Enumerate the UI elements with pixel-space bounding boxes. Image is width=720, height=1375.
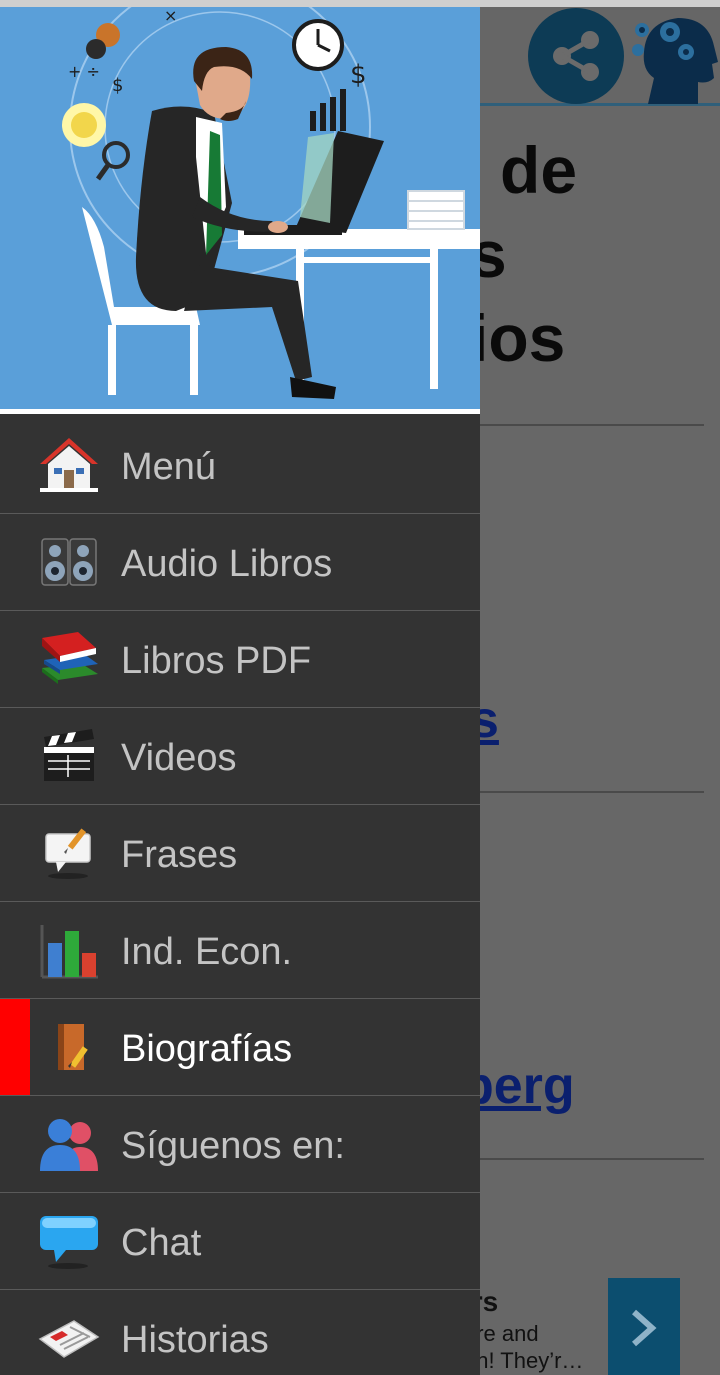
- svg-text:$: $: [350, 60, 367, 90]
- users-icon: [40, 1119, 98, 1171]
- divider: [480, 424, 704, 426]
- share-icon: [553, 31, 599, 81]
- status-bar-strip: [0, 0, 720, 7]
- svg-text:+ ÷: + ÷: [68, 62, 100, 81]
- newspaper-icon: [38, 1320, 100, 1358]
- menu-item-biografias[interactable]: Biografías: [0, 999, 480, 1096]
- businessman-laptop-illustration: $ $ + ÷ ×: [62, 7, 480, 399]
- svg-text:×: ×: [164, 7, 177, 25]
- menu-item-label: Biografías: [121, 1028, 293, 1070]
- speakers-icon: [41, 538, 97, 586]
- divider: [480, 1158, 704, 1160]
- divider: [480, 791, 704, 793]
- menu-item-label: Historias: [121, 1319, 269, 1361]
- menu-item-siguenos[interactable]: Síguenos en:: [0, 1096, 480, 1193]
- menu-item-label: Síguenos en:: [121, 1125, 345, 1167]
- notebook-pencil-icon: [58, 1024, 88, 1070]
- menu-item-label: Menú: [121, 446, 217, 488]
- menu-item-frases[interactable]: Frases: [0, 805, 480, 902]
- speech-note-icon: [45, 828, 91, 879]
- menu-item-label: Frases: [121, 834, 238, 876]
- menu-item-label: Libros PDF: [121, 640, 312, 682]
- menu-item-videos[interactable]: Videos: [0, 708, 480, 805]
- ad-text-line: on! They’r…: [464, 1348, 584, 1373]
- head-gears-logo: [632, 18, 718, 104]
- menu-item-chat[interactable]: Chat: [0, 1193, 480, 1290]
- menu-item-ind-econ[interactable]: Ind. Econ.: [0, 902, 480, 999]
- menu-item-libros-pdf[interactable]: Libros PDF: [0, 611, 480, 708]
- clapperboard-icon: [44, 729, 94, 781]
- navigation-drawer: $ $ + ÷ × Menú Audio Libros Libros PDF V…: [0, 7, 480, 1375]
- background-title-line-1: de: [500, 133, 578, 207]
- svg-text:$: $: [112, 75, 123, 96]
- menu-item-audio-libros[interactable]: Audio Libros: [0, 514, 480, 611]
- menu-item-label: Ind. Econ.: [121, 931, 293, 973]
- share-button[interactable]: [528, 8, 624, 104]
- menu-item-label: Audio Libros: [121, 543, 333, 585]
- bar-chart-icon: [40, 925, 98, 979]
- ad-open-button[interactable]: [608, 1278, 680, 1375]
- menu-item-historias[interactable]: Historias: [0, 1290, 480, 1375]
- drawer-header-separator: [0, 409, 480, 414]
- background-title-line-3: ios: [470, 301, 566, 375]
- chat-bubble-icon: [40, 1216, 98, 1269]
- menu-item-label: Chat: [121, 1222, 202, 1264]
- chevron-right-icon: [632, 1309, 657, 1347]
- house-icon: [40, 438, 98, 492]
- active-indicator: [0, 999, 30, 1095]
- books-stack-icon: [42, 632, 98, 684]
- menu-item-menu[interactable]: Menú: [0, 417, 480, 514]
- menu-item-label: Videos: [121, 737, 237, 779]
- drawer-header-illustration: $ $ + ÷ ×: [0, 7, 480, 409]
- drawer-menu: Menú Audio Libros Libros PDF Videos Fras…: [0, 417, 480, 1375]
